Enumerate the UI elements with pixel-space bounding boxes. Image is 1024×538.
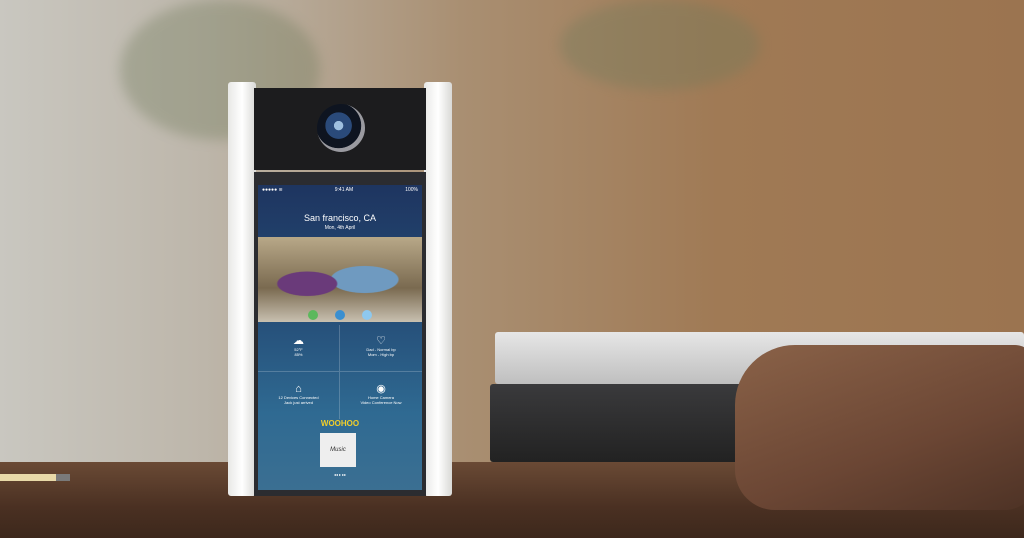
camera-tile[interactable]: ◉ Home Camera Video Conference Now [340,372,422,419]
weather-humidity: 85% [294,352,303,357]
mute-button[interactable] [335,310,345,320]
pencil [0,474,70,481]
message-button[interactable] [362,310,372,320]
dashboard-tiles: ☁ 52°F 85% ♡ Dad - Normal bp Mom - High … [258,325,422,419]
location-date: Mon, 4th April [324,225,356,231]
home-tile[interactable]: ⌂ 12 Devices Connected Jack just arrived [258,372,340,419]
accept-call-button[interactable] [308,310,318,320]
signal-icon: ●●●●● ≋ [262,187,283,193]
woohoo-logo: WOOHOO [320,419,360,428]
health-tile[interactable]: ♡ Dad - Normal bp Mom - High bp [340,325,422,372]
battery-indicator: 100% [405,187,418,193]
camera-line-2: Video Conference Now [360,399,402,405]
health-line-2: Mom - High bp [367,352,395,357]
camera-lens [317,104,365,152]
location-city: San francisco, CA [303,213,377,223]
device-side-left [228,82,256,496]
media-controls[interactable]: ◂◂ ▸ ▸▸ [258,472,422,477]
home-icon: ⌂ [295,382,302,395]
heart-icon: ♡ [376,335,386,347]
home-line-2: Jack just arrived [284,399,313,405]
weather-icon: ☁ [293,335,304,347]
device-side-right [424,82,452,496]
leather-glove [735,345,1024,510]
background-plant [560,0,760,90]
status-bar: ●●●●● ≋ 9:41 AM 100% [258,185,422,195]
camera-icon: ◉ [376,382,386,395]
weather-tile[interactable]: ☁ 52°F 85% [258,325,340,372]
status-time: 9:41 AM [334,187,354,193]
album-art[interactable]: Music [320,433,356,467]
device-screen: ●●●●● ≋ 9:41 AM 100% San francisco, CA M… [258,185,422,490]
